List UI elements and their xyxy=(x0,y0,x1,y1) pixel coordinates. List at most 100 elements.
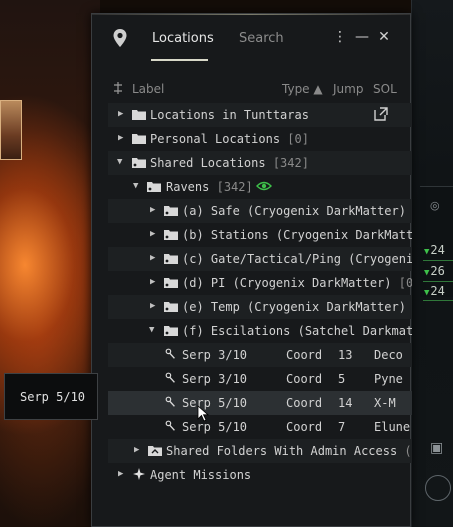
expand-arrow-icon[interactable]: ▶ xyxy=(150,205,158,215)
sort-order-icon[interactable] xyxy=(112,82,124,94)
bookmark-sol: Elune xyxy=(374,420,411,434)
tree-row-a-safe[interactable]: ▶ (a) Safe (Cryogenix DarkMatter) [ xyxy=(108,199,412,223)
bookmark-label: Serp 5/10 xyxy=(182,420,248,434)
bookmark-row-hovered[interactable]: Serp 5/10 Coord 14 X-M xyxy=(108,391,412,415)
divider xyxy=(423,300,453,301)
tree-row-f-escilations[interactable]: ▼ (f) Escilations (Satchel Darkmatter xyxy=(108,319,412,343)
shared-folder-icon xyxy=(164,206,178,216)
row-label: Locations in Tunttaras xyxy=(150,108,309,122)
mouse-cursor-icon xyxy=(197,405,209,422)
collapse-arrow-icon[interactable]: ▼ xyxy=(133,181,141,191)
expand-arrow-icon[interactable]: ▶ xyxy=(118,109,126,119)
neocom-icon[interactable] xyxy=(425,475,451,501)
folder-icon xyxy=(132,134,146,144)
tooltip-text: Serp 5/10 xyxy=(20,390,86,404)
row-label: Personal Locations [0] xyxy=(150,132,309,146)
divider xyxy=(423,281,453,282)
overview-thumbnail xyxy=(0,100,22,160)
bookmark-row[interactable]: Serp 3/10 Coord 5 Pyne xyxy=(108,367,412,391)
bookmark-jump: 14 xyxy=(338,396,353,410)
external-link-icon[interactable] xyxy=(374,107,388,121)
bookmark-type: Coord xyxy=(286,348,323,362)
bookmark-coordinate-icon xyxy=(165,348,175,359)
cargo-icon[interactable]: ▣ xyxy=(430,440,450,462)
row-label: Shared Locations [342] xyxy=(150,156,309,170)
bookmark-label: Serp 3/10 xyxy=(182,372,248,386)
expand-arrow-icon[interactable]: ▶ xyxy=(150,253,158,263)
background-space-left xyxy=(0,0,100,527)
eye-icon[interactable] xyxy=(256,180,272,192)
tree-row-d-pi[interactable]: ▶ (d) PI (Cryogenix DarkMatter) [0] · xyxy=(108,271,412,295)
bookmark-row[interactable]: Serp 3/10 Coord 13 Deco xyxy=(108,343,412,367)
collapse-arrow-icon[interactable]: ▼ xyxy=(149,325,157,335)
bookmark-jump: 13 xyxy=(338,348,353,362)
expand-arrow-icon[interactable]: ▶ xyxy=(150,277,158,287)
tree-row-shared-locations[interactable]: ▼ Shared Locations [342] xyxy=(108,151,412,175)
divider xyxy=(423,260,453,261)
expand-arrow-icon[interactable]: ▶ xyxy=(134,445,142,455)
row-label: (c) Gate/Tactical/Ping (Cryogenix D xyxy=(182,252,412,266)
expand-arrow-icon[interactable]: ▶ xyxy=(150,229,158,239)
expand-arrow-icon[interactable]: ▶ xyxy=(118,133,126,143)
tree-row-locations-in-tunttaras[interactable]: ▶ Locations in Tunttaras xyxy=(108,103,412,127)
bookmark-sol: X-M xyxy=(374,396,396,410)
window-header: Locations Search ⋮ — ✕ xyxy=(92,14,410,64)
expand-arrow-icon[interactable]: ▶ xyxy=(118,469,126,479)
green-arrow-icon: ▼ xyxy=(424,268,430,278)
bookmark-coordinate-icon xyxy=(165,420,175,431)
tab-locations[interactable]: Locations xyxy=(152,31,214,46)
admin-folder-icon xyxy=(148,446,162,456)
shared-folder-icon xyxy=(164,278,178,288)
bookmark-type: Coord xyxy=(286,372,323,386)
tree-row-b-stations[interactable]: ▶ (b) Stations (Cryogenix DarkMatter xyxy=(108,223,412,247)
tooltip: Serp 5/10 xyxy=(4,373,98,420)
row-label: Ravens [342] xyxy=(166,180,253,194)
row-label: (f) Escilations (Satchel Darkmatter xyxy=(182,324,412,338)
green-arrow-icon: ▼ xyxy=(424,247,430,257)
tree-row-personal-locations[interactable]: ▶ Personal Locations [0] xyxy=(108,127,412,151)
collapse-arrow-icon[interactable]: ▼ xyxy=(117,157,125,167)
column-jump[interactable]: Jump xyxy=(333,82,363,96)
bookmark-sol: Pyne xyxy=(374,372,403,386)
window-menu-button[interactable]: ⋮ xyxy=(333,29,347,45)
tree-row-shared-folders-admin[interactable]: ▶ Shared Folders With Admin Access (( xyxy=(108,439,412,463)
tab-search[interactable]: Search xyxy=(239,31,284,46)
column-type[interactable]: Type ▲ xyxy=(282,82,323,96)
shared-folder-icon xyxy=(164,230,178,240)
bookmark-row[interactable]: Serp 5/10 Coord 7 Elune xyxy=(108,415,412,439)
expand-arrow-icon[interactable]: ▶ xyxy=(150,301,158,311)
bookmark-sol: Deco xyxy=(374,348,403,362)
folder-icon xyxy=(132,110,146,120)
right-panel-value-3: ▼24 xyxy=(424,284,445,298)
tree-row-e-temp[interactable]: ▶ (e) Temp (Cryogenix DarkMatter) [ xyxy=(108,295,412,319)
close-button[interactable]: ✕ xyxy=(377,29,391,45)
minimize-button[interactable]: — xyxy=(355,29,369,45)
bookmark-jump: 7 xyxy=(338,420,346,434)
agent-star-icon xyxy=(133,468,145,480)
tree-row-c-gate[interactable]: ▶ (c) Gate/Tactical/Ping (Cryogenix D xyxy=(108,247,412,271)
right-panel-value-2: ▼26 xyxy=(424,264,445,278)
shared-folder-icon xyxy=(164,302,178,312)
bookmark-coordinate-icon xyxy=(165,372,175,383)
row-label: Agent Missions xyxy=(150,468,252,482)
shared-folder-icon xyxy=(164,326,178,336)
right-panel-value-1: ▼24 xyxy=(424,243,445,257)
bookmark-label: Serp 5/10 xyxy=(182,396,248,410)
value-text: 24 xyxy=(430,284,445,298)
value-text: 24 xyxy=(430,243,445,257)
column-header: Label Type ▲ Jump SOL xyxy=(92,78,410,100)
bookmark-type: Coord xyxy=(286,396,323,410)
tree-row-agent-missions[interactable]: ▶ Agent Missions xyxy=(108,463,412,487)
tree-row-ravens[interactable]: ▼ Ravens [342] xyxy=(108,175,412,199)
locations-window: Locations Search ⋮ — ✕ Label Type ▲ Jump… xyxy=(91,13,412,527)
shared-folder-icon xyxy=(132,158,146,168)
column-label[interactable]: Label xyxy=(132,82,164,96)
column-sol[interactable]: SOL xyxy=(373,82,397,96)
row-label: (a) Safe (Cryogenix DarkMatter) [ xyxy=(182,204,412,218)
row-label: (d) PI (Cryogenix DarkMatter) [0] · xyxy=(182,276,412,290)
bookmark-jump: 5 xyxy=(338,372,346,386)
green-arrow-icon: ▼ xyxy=(424,288,430,298)
row-label: Shared Folders With Admin Access (( xyxy=(166,444,412,458)
module-icon: ◎ xyxy=(430,199,440,212)
bookmark-coordinate-icon xyxy=(165,396,175,407)
